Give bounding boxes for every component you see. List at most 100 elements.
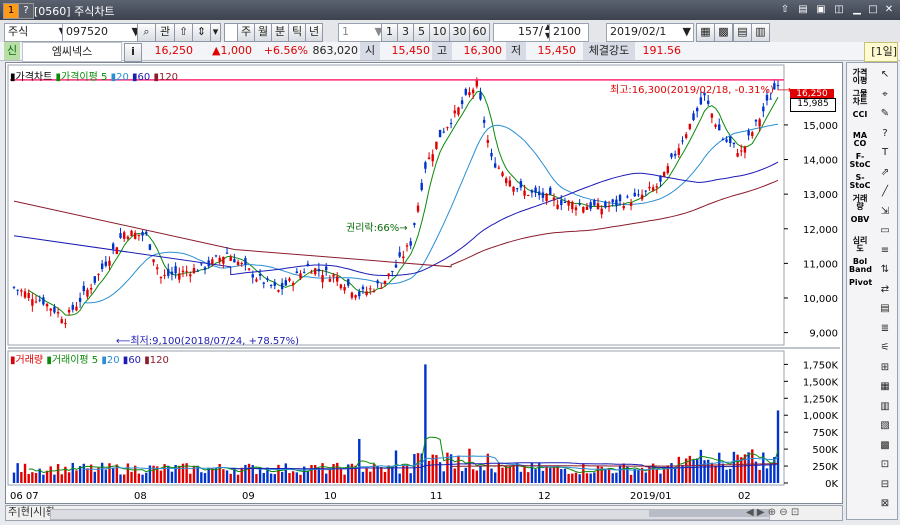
tab-bottom-0[interactable]: 주 xyxy=(8,507,17,518)
chart-area[interactable]: 15,000 14,000 13,000 12,000 11,000 10,000 9,00… xyxy=(5,62,843,504)
drawing-tool-icon-2[interactable]: ✎ xyxy=(877,106,893,122)
drawing-tool-icon-21[interactable]: ⊟ xyxy=(877,477,893,493)
volume-bar xyxy=(593,472,596,483)
interval-select[interactable]: 1 ▼ xyxy=(338,23,386,42)
side-tool-0[interactable]: 가격 이평 xyxy=(849,69,871,85)
side-tool-2[interactable]: CCI xyxy=(849,111,871,127)
minimize-icon[interactable]: ▁ xyxy=(850,3,864,17)
prev-stock-button[interactable]: ⇧ xyxy=(174,23,193,42)
updown-button[interactable]: ⇕ xyxy=(192,23,211,42)
volume-tick-label: 1,750K xyxy=(803,360,839,371)
help-icon[interactable]: ? xyxy=(18,3,34,19)
side-tool-9[interactable]: Bol Band xyxy=(849,258,872,274)
camera-icon[interactable]: ▣ xyxy=(814,3,828,17)
candle-body xyxy=(571,201,574,210)
chart-tool-icon-4[interactable]: ▥ xyxy=(751,23,770,42)
stock-info-button[interactable]: i xyxy=(124,43,142,62)
drawing-tool-icon-5[interactable]: ⇗ xyxy=(877,165,893,181)
maximize-icon[interactable]: □ xyxy=(866,3,880,17)
drawing-tool-icon-12[interactable]: ▤ xyxy=(877,301,893,317)
volume-bar xyxy=(615,472,618,483)
candle-body xyxy=(729,136,732,144)
drawing-tool-icon-16[interactable]: ▦ xyxy=(877,379,893,395)
drawing-tool-icon-7[interactable]: ⇲ xyxy=(877,204,893,220)
price-plot-frame xyxy=(7,64,785,346)
close-icon[interactable]: ✕ xyxy=(882,3,896,17)
side-tool-3[interactable]: MA CO xyxy=(849,132,871,148)
market-select[interactable]: 주식▼ xyxy=(4,23,70,42)
search-button[interactable]: ⌕ xyxy=(137,23,156,42)
tab-period-year[interactable]: 년 xyxy=(305,23,323,42)
drawing-tool-icon-10[interactable]: ⇅ xyxy=(877,262,893,278)
drawing-tool-icon-9[interactable]: ≡ xyxy=(877,243,893,259)
volume-bar xyxy=(119,474,122,483)
volume-bar xyxy=(31,472,34,483)
window-titlebar: 1 ? [0560] 주식차트 ⇧ ▤ ▣ ◫ ▁ □ ✕ xyxy=(0,0,900,20)
pin-icon[interactable]: ⇧ xyxy=(778,3,792,17)
drawing-tool-icon-13[interactable]: ≣ xyxy=(877,321,893,337)
chart-tool-icon-3[interactable]: ▤ xyxy=(733,23,752,42)
drawing-tool-icon-22[interactable]: ⊠ xyxy=(877,496,893,512)
chart-canvas[interactable]: 15,000 14,000 13,000 12,000 11,000 10,000 9,00… xyxy=(6,63,842,503)
date-input[interactable]: 2019/02/1 ▼ xyxy=(606,23,694,42)
candle-body xyxy=(534,187,537,193)
side-tool-6[interactable]: 거래 량 xyxy=(849,195,871,211)
stock-code-input[interactable]: 097520 ▼ xyxy=(62,23,144,42)
candle-body xyxy=(214,255,218,257)
toolbar-dropdown-icon[interactable]: ▾ xyxy=(210,23,221,42)
interest-button[interactable]: 관 xyxy=(155,23,175,42)
minute-60-button[interactable]: 60 xyxy=(469,23,490,42)
drawing-tool-icon-11[interactable]: ⇄ xyxy=(877,282,893,298)
tab-period-week[interactable]: 주 xyxy=(237,23,255,42)
scroll-tools[interactable]: ◀ ▶ ⊕ ⊖ ⊡ xyxy=(746,507,799,518)
tab-bottom-1[interactable]: 현 xyxy=(21,507,30,518)
volume-bar xyxy=(277,464,280,483)
drawing-tool-icon-15[interactable]: ⊞ xyxy=(877,360,893,376)
side-tool-1[interactable]: 그물 차트 xyxy=(849,90,871,106)
minute-3-button[interactable]: 3 xyxy=(397,23,414,42)
volume-bar xyxy=(16,463,19,483)
volume-bar xyxy=(427,460,431,483)
drawing-tool-icon-6[interactable]: ╱ xyxy=(877,184,893,200)
drawing-tool-icon-0[interactable]: ↖ xyxy=(877,67,893,83)
tab-period-tick[interactable]: 틱 xyxy=(288,23,306,42)
drawing-tool-icon-18[interactable]: ▧ xyxy=(877,418,893,434)
minute-5-button[interactable]: 5 xyxy=(413,23,430,42)
candle-body xyxy=(20,290,23,292)
volume-bar xyxy=(60,474,63,483)
side-tool-5[interactable]: S- StoC xyxy=(849,174,871,190)
restore-icon[interactable]: ◫ xyxy=(832,3,846,17)
candle-body xyxy=(339,284,343,289)
drawing-tool-icon-19[interactable]: ▩ xyxy=(877,438,893,454)
tab-period-minute[interactable]: 분 xyxy=(271,23,289,42)
drawing-tool-icon-4[interactable]: T xyxy=(877,145,893,161)
drawing-tool-icon-3[interactable]: ? xyxy=(877,126,893,142)
drawing-tool-icon-20[interactable]: ⊡ xyxy=(877,457,893,473)
count-input[interactable]: 157 ▲ ▼ xyxy=(493,23,554,42)
drawing-tool-icon-1[interactable]: ⌖ xyxy=(877,87,893,103)
period-badge[interactable]: [1일] xyxy=(864,42,898,62)
tab-period-month[interactable]: 월 xyxy=(254,23,272,42)
side-tool-4[interactable]: F- StoC xyxy=(849,153,871,169)
drawing-tool-icon-17[interactable]: ▥ xyxy=(877,399,893,415)
drawing-tool-icon-8[interactable]: ▭ xyxy=(877,223,893,239)
side-tool-10[interactable]: Pivot xyxy=(849,279,872,295)
volume-bar xyxy=(460,471,464,483)
chart-scrollbar[interactable] xyxy=(50,509,770,520)
chart-tool-icon-2[interactable]: ▩ xyxy=(714,23,733,42)
print-icon[interactable]: ▤ xyxy=(796,3,810,17)
count-total-input[interactable]: 2100 xyxy=(549,23,589,42)
cursor-price-tag: 15,985 xyxy=(790,98,836,112)
side-tool-8[interactable]: 심리 도 xyxy=(849,237,871,253)
candle-body xyxy=(336,276,339,282)
chart-tool-icon-1[interactable]: ▦ xyxy=(696,23,715,42)
minute-1-button[interactable]: 1 xyxy=(381,23,398,42)
minute-10-button[interactable]: 10 xyxy=(429,23,450,42)
candle-body xyxy=(464,89,467,95)
period-day-toggle[interactable] xyxy=(224,23,238,42)
side-tool-7[interactable]: OBV xyxy=(849,216,871,232)
candle-body xyxy=(233,259,236,263)
minute-30-button[interactable]: 30 xyxy=(449,23,470,42)
drawing-tool-icon-14[interactable]: ⚟ xyxy=(877,340,893,356)
tab-bottom-2[interactable]: 시 xyxy=(33,507,42,518)
